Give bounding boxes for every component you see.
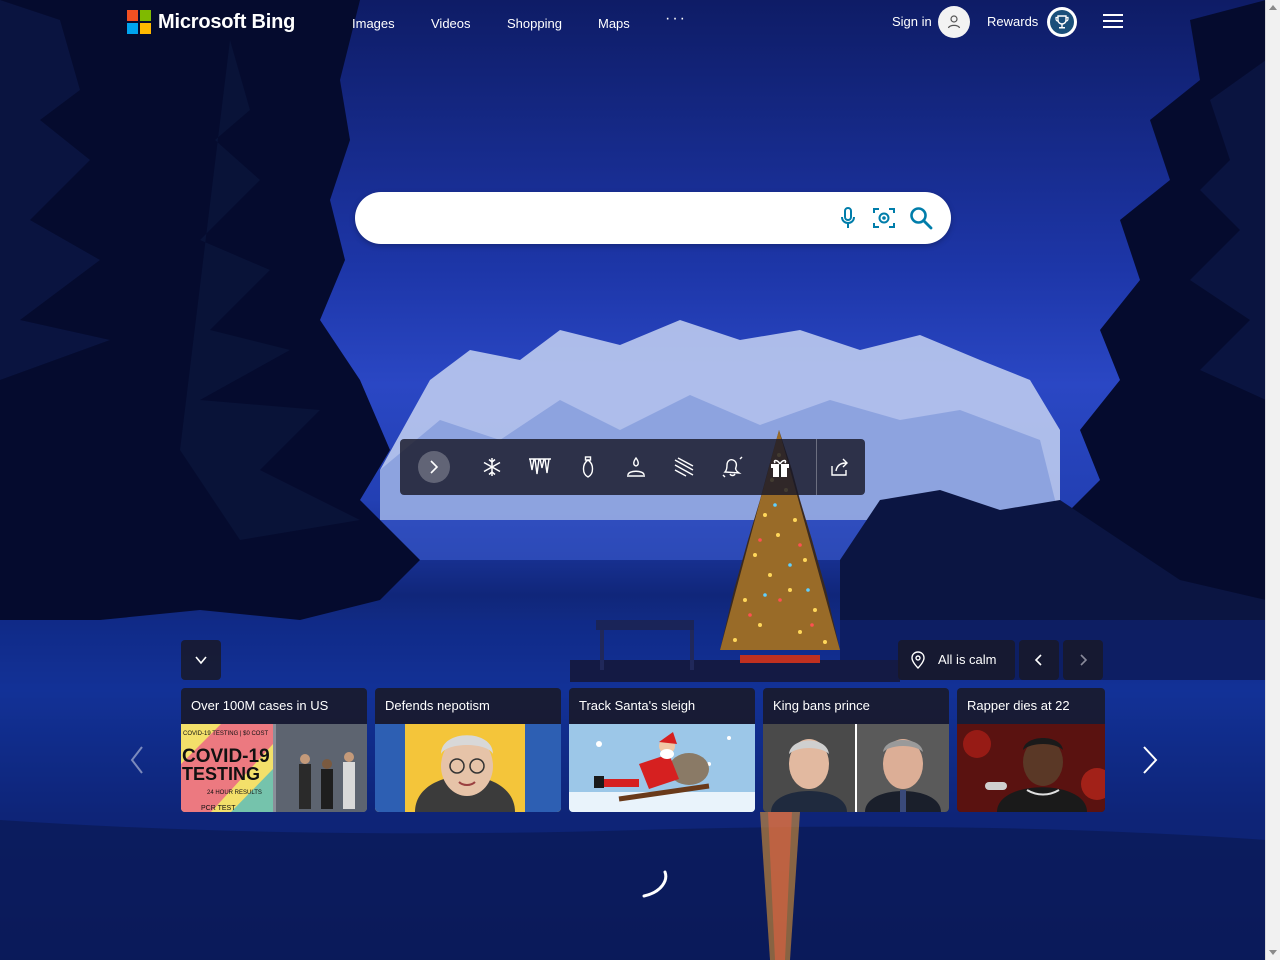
sign-in-link[interactable]: Sign in (892, 14, 932, 29)
sign-text-line4: 24 HOUR RESULTS (207, 790, 262, 796)
avatar[interactable] (938, 6, 970, 38)
carousel-prev-button[interactable] (126, 744, 150, 776)
share-button[interactable] (824, 451, 856, 483)
location-chip[interactable]: All is calm (898, 640, 1015, 680)
user-icon (947, 15, 961, 29)
previous-button[interactable] (1019, 640, 1059, 680)
collapse-news-button[interactable] (181, 640, 221, 680)
loading-spinner-icon (642, 870, 668, 898)
news-card-covid[interactable]: Over 100M cases in US COVID-19 TESTING |… (181, 688, 367, 812)
icicles-icon (529, 458, 551, 475)
nav-maps[interactable]: Maps (598, 16, 630, 31)
covid-testing-image: COVID-19 TESTING | $0 COST COVID-19 TEST… (181, 724, 367, 812)
search-box[interactable] (355, 192, 951, 244)
logo-text: Microsoft Bing (158, 10, 296, 33)
chevron-right-icon (1080, 654, 1088, 666)
news-card-title: Track Santa's sleigh (579, 698, 696, 713)
news-card-title: Over 100M cases in US (191, 698, 329, 713)
visual-search-icon[interactable] (871, 205, 897, 231)
chevron-right-icon (430, 460, 439, 474)
toolbar-expand-button[interactable] (418, 451, 450, 483)
snowflake-icon (483, 458, 501, 476)
news-card-rapper[interactable]: Rapper dies at 22 (957, 688, 1105, 812)
microsoft-logo-icon (127, 10, 151, 34)
location-label: All is calm (938, 652, 997, 667)
snowflake-button[interactable] (476, 451, 508, 483)
chevron-left-icon (1034, 654, 1042, 666)
gift-button[interactable] (764, 451, 796, 483)
share-icon (831, 458, 848, 476)
nav-shopping[interactable]: Shopping (507, 16, 562, 31)
nav-videos[interactable]: Videos (431, 16, 471, 31)
news-card-title: Defends nepotism (385, 698, 490, 713)
location-pin-icon (911, 651, 925, 669)
sign-text-line3: TESTING (182, 764, 260, 784)
holiday-toolbar (400, 439, 865, 495)
news-card-title: King bans prince (773, 698, 870, 713)
news-card-image (375, 724, 561, 812)
chevron-right-icon (1143, 746, 1158, 774)
news-card-image (957, 724, 1105, 812)
santa-sleigh-image (569, 724, 755, 812)
bell-icon (722, 456, 743, 478)
bing-logo[interactable]: Microsoft Bing (127, 10, 295, 34)
rewards-link[interactable]: Rewards (987, 14, 1038, 29)
news-card-king[interactable]: King bans prince (763, 688, 949, 812)
news-card-image: COVID-19 TESTING | $0 COST COVID-19 TEST… (181, 724, 367, 812)
news-card-nepotism[interactable]: Defends nepotism (375, 688, 561, 812)
news-card-image (763, 724, 949, 812)
news-card-image (569, 724, 755, 812)
trophy-icon (1055, 15, 1069, 29)
chevron-left-icon (130, 746, 143, 774)
search-icon[interactable] (908, 205, 934, 231)
snowfall-button[interactable] (668, 451, 700, 483)
rapper-image (957, 724, 1105, 812)
next-button[interactable] (1063, 640, 1103, 680)
ornament-button[interactable] (572, 451, 604, 483)
toolbar-divider (816, 439, 817, 495)
portrait-image (375, 724, 561, 812)
bell-button[interactable] (716, 451, 748, 483)
sign-text-line1: COVID-19 TESTING | $0 COST (183, 731, 268, 737)
carousel-next-button[interactable] (1138, 744, 1162, 776)
nav-more-button[interactable]: ··· (665, 10, 687, 28)
candle-button[interactable] (620, 451, 652, 483)
nav-images[interactable]: Images (352, 16, 395, 31)
rewards-badge[interactable] (1047, 7, 1077, 37)
chevron-down-icon (195, 656, 207, 665)
sign-text-line5: PCR TEST (201, 805, 236, 812)
snowfall-icon (674, 457, 694, 477)
page-scrollbar[interactable] (1265, 0, 1280, 960)
candle-icon (627, 456, 645, 477)
icicles-button[interactable] (524, 451, 556, 483)
royals-image (763, 724, 949, 812)
gift-icon (771, 459, 789, 477)
search-input[interactable] (377, 204, 831, 234)
news-card-title: Rapper dies at 22 (967, 698, 1070, 713)
menu-hamburger-icon[interactable] (1103, 14, 1123, 30)
news-card-santa[interactable]: Track Santa's sleigh (569, 688, 755, 812)
scroll-up-icon[interactable] (1269, 5, 1277, 10)
microphone-icon[interactable] (835, 205, 861, 231)
scroll-down-icon[interactable] (1269, 950, 1277, 955)
ornament-icon (582, 456, 594, 478)
